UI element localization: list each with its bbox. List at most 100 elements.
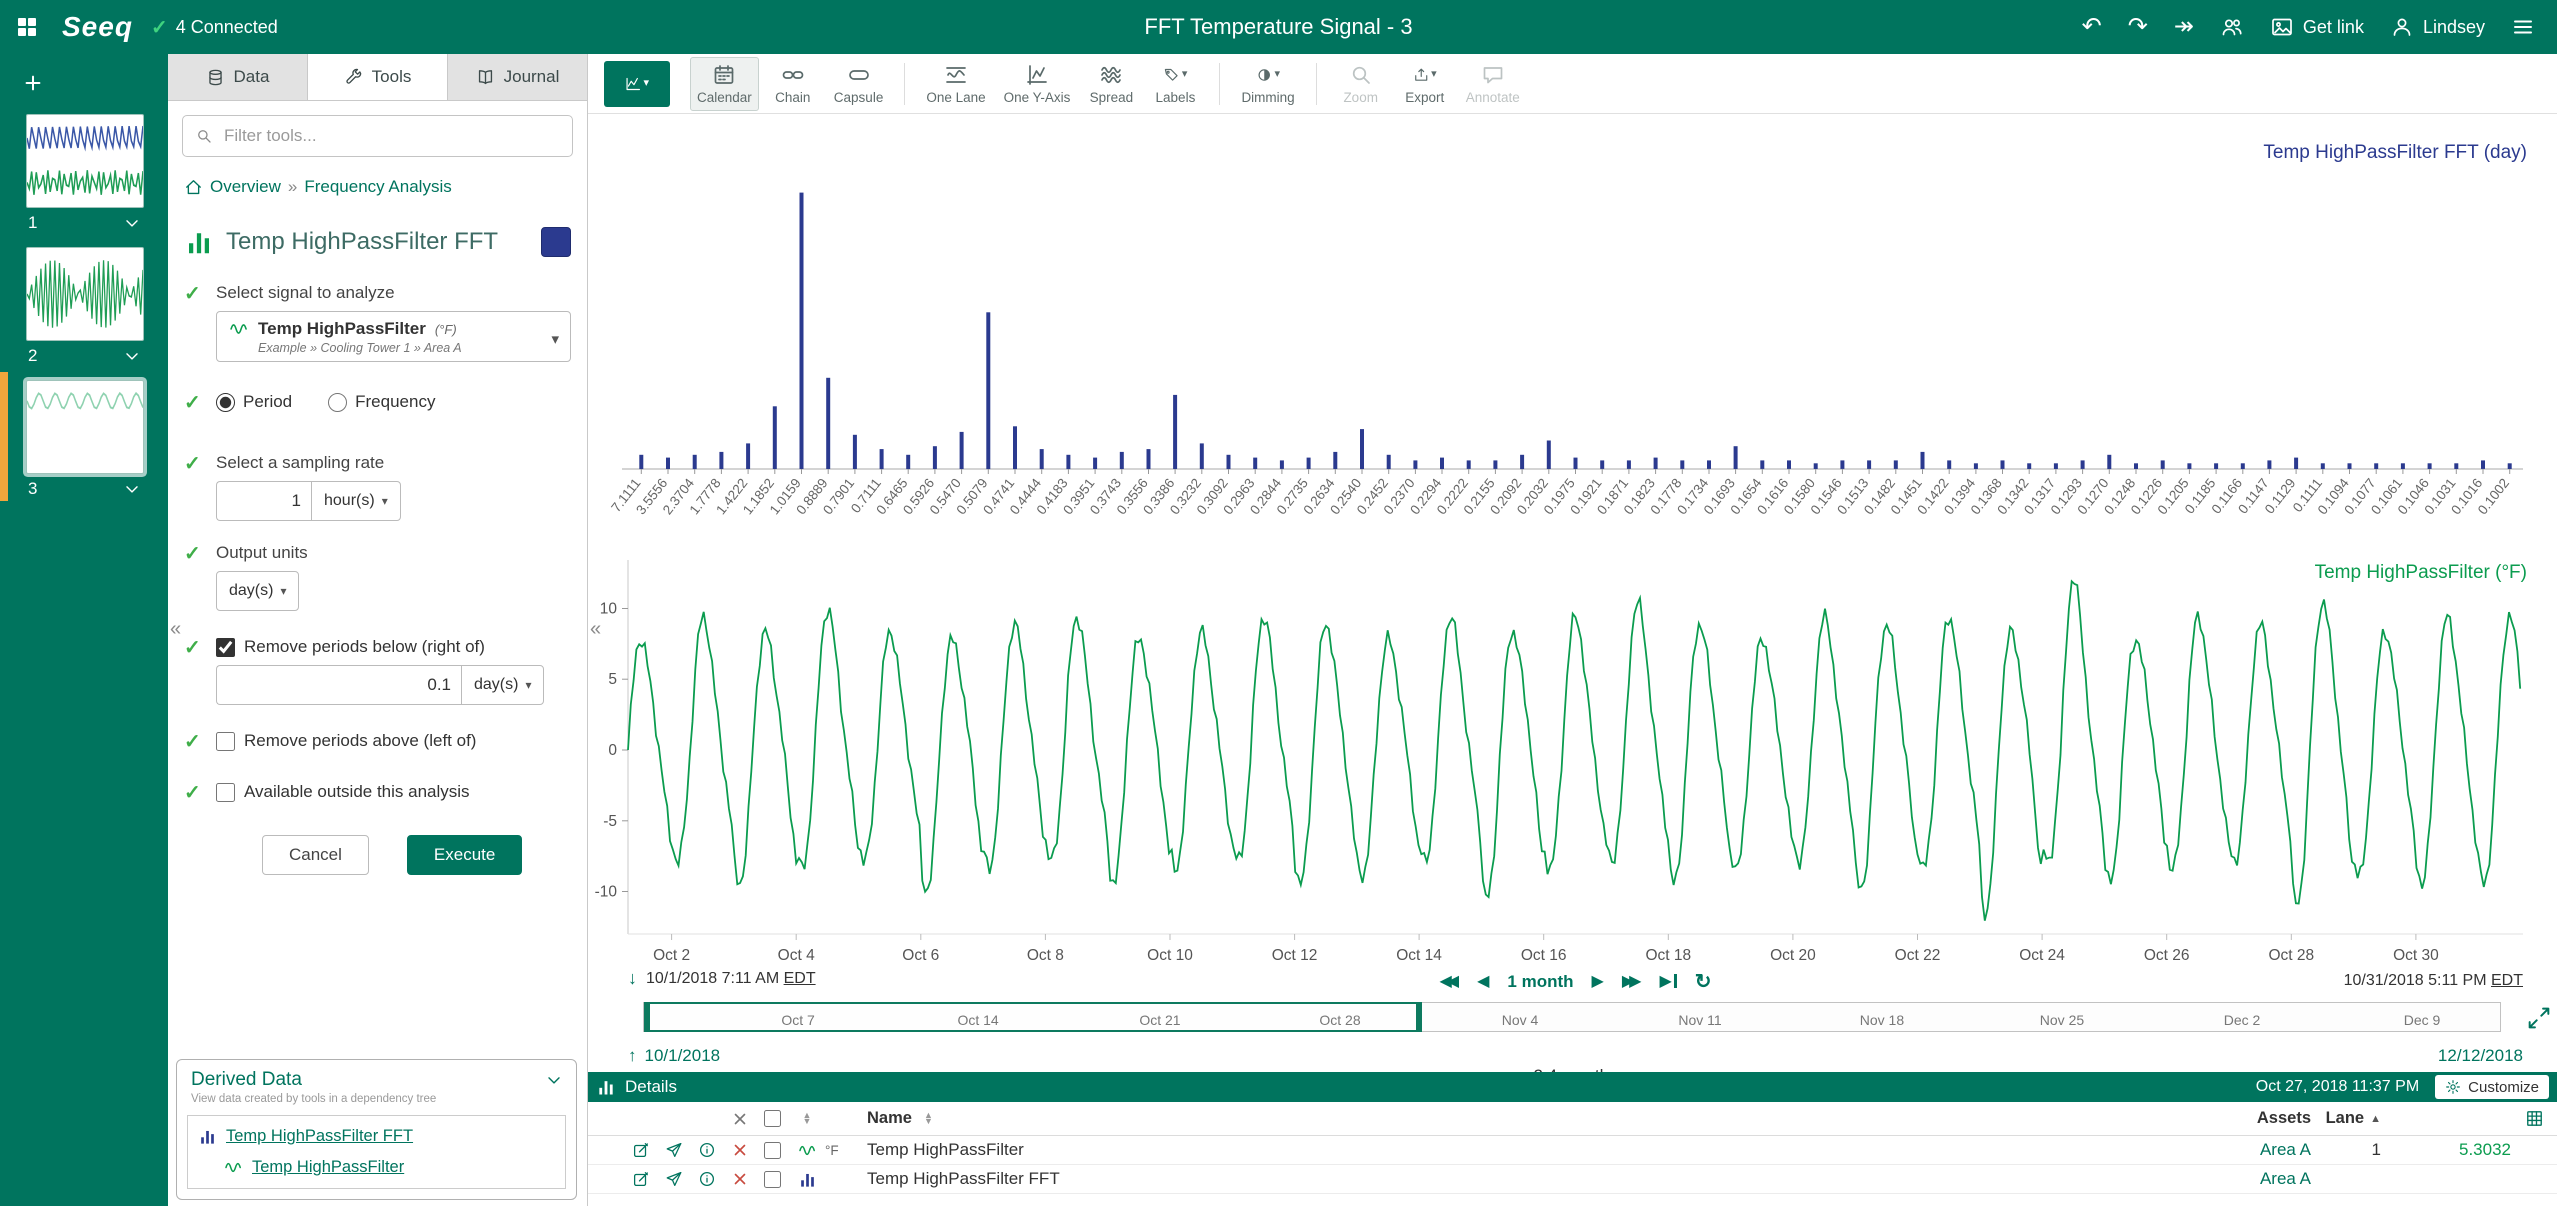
tab-tools[interactable]: Tools: [308, 54, 448, 100]
period-radio[interactable]: [216, 393, 235, 412]
toolbar-button-capsule[interactable]: Capsule: [827, 57, 891, 111]
timezone-link[interactable]: EDT: [784, 970, 816, 987]
get-link-button[interactable]: Get link: [2270, 15, 2364, 39]
remove-item-icon[interactable]: [723, 1140, 756, 1160]
pan-far-right-icon[interactable]: ▶▶: [1622, 974, 1642, 990]
remove-all-icon[interactable]: [723, 1109, 756, 1129]
info-item-icon[interactable]: [690, 1169, 723, 1189]
asset-link[interactable]: Area A: [2260, 1169, 2311, 1189]
below-unit-select[interactable]: day(s)▾: [461, 665, 544, 705]
pan-to-end-icon[interactable]: ▶: [1659, 974, 1676, 990]
trend-line-chart[interactable]: 1050-5-10Oct 2Oct 4Oct 6Oct 8Oct 10Oct 1…: [588, 552, 2557, 966]
row-checkbox[interactable]: [756, 1142, 789, 1159]
send-item-icon[interactable]: [657, 1169, 690, 1189]
chevron-down-icon[interactable]: [122, 213, 142, 233]
range-duration[interactable]: 1 month: [1507, 972, 1573, 992]
sort-icon[interactable]: ▲▼: [924, 1113, 933, 1124]
toolbar-button-dimming[interactable]: ▾Dimming: [1234, 57, 1301, 111]
frequency-radio[interactable]: [328, 393, 347, 412]
sampling-rate-input[interactable]: [216, 481, 311, 521]
execute-button[interactable]: Execute: [407, 835, 522, 875]
toolbar-button-one-y-axis[interactable]: One Y-Axis: [997, 57, 1078, 111]
remove-below-checkbox[interactable]: [216, 638, 235, 657]
timezone-link[interactable]: EDT: [2491, 972, 2523, 989]
toolbar-button-view-selector[interactable]: ▾: [604, 61, 670, 107]
worksheet-thumbnail-1[interactable]: 1: [26, 114, 144, 233]
investigate-start-date[interactable]: 10/1/2018: [645, 1046, 721, 1066]
expand-timeline-icon[interactable]: [2525, 1004, 2553, 1032]
edit-item-icon[interactable]: [624, 1169, 657, 1189]
chevron-down-icon[interactable]: [122, 479, 142, 499]
available-outside-checkbox[interactable]: [216, 783, 235, 802]
asset-link[interactable]: Area A: [2260, 1140, 2311, 1160]
svg-text:Oct 28: Oct 28: [2268, 947, 2314, 964]
pan-left-icon[interactable]: ◀: [1477, 974, 1489, 990]
app-grid-button[interactable]: [0, 0, 54, 54]
info-item-icon[interactable]: [690, 1140, 723, 1160]
toolbar-button-export[interactable]: ▾Export: [1395, 57, 1455, 111]
tab-journal[interactable]: Journal: [448, 54, 587, 100]
edit-item-icon[interactable]: [624, 1140, 657, 1160]
tab-data[interactable]: Data: [168, 54, 308, 100]
breadcrumb-current[interactable]: Frequency Analysis: [304, 177, 451, 197]
row-checkbox[interactable]: [756, 1171, 789, 1188]
timeline-scrubber[interactable]: Oct 7Oct 14Oct 21Oct 28Nov 4Nov 11Nov 18…: [643, 1002, 2501, 1032]
toolbar-button-chain[interactable]: Chain: [763, 57, 823, 111]
output-unit-select[interactable]: day(s)▾: [216, 571, 299, 611]
remove-above-checkbox-row[interactable]: Remove periods above (left of): [216, 731, 571, 751]
table-row[interactable]: Temp HighPassFilter FFT Area A: [588, 1165, 2557, 1194]
customize-button[interactable]: Customize: [2435, 1075, 2549, 1099]
toolbar-button-labels[interactable]: ▾Labels: [1145, 57, 1205, 111]
table-row[interactable]: °FTemp HighPassFilterArea A15.3032: [588, 1136, 2557, 1165]
refresh-icon[interactable]: ↻: [1695, 972, 1712, 992]
share-icon[interactable]: ↠: [2174, 15, 2194, 39]
remove-below-checkbox-row[interactable]: Remove periods below (right of): [216, 637, 571, 657]
toolbar-button-calendar[interactable]: Calendar: [690, 57, 759, 111]
column-lane[interactable]: Lane▲: [2311, 1109, 2381, 1128]
fft-bar-chart[interactable]: 7.11113.55562.37041.77781.42221.18521.01…: [588, 114, 2557, 552]
remove-below-input[interactable]: [216, 665, 461, 705]
filter-tools-input[interactable]: [222, 125, 560, 147]
main-toolbar: ▾ CalendarChainCapsule One LaneOne Y-AxisS…: [588, 54, 2557, 114]
collapse-sidebar-handle[interactable]: «: [170, 612, 188, 646]
home-icon[interactable]: [184, 178, 203, 197]
signal-select[interactable]: Temp HighPassFilter (°F) Example » Cooli…: [216, 311, 571, 362]
radio-frequency[interactable]: Frequency: [328, 392, 435, 412]
breadcrumb-overview[interactable]: Overview: [210, 177, 281, 197]
toolbar-button-spread[interactable]: Spread: [1081, 57, 1141, 111]
column-assets[interactable]: Assets: [2191, 1109, 2311, 1128]
color-swatch[interactable]: [541, 227, 571, 257]
send-item-icon[interactable]: [657, 1140, 690, 1160]
item-name[interactable]: Temp HighPassFilter FFT: [867, 1169, 2191, 1189]
toolbar-button-one-lane[interactable]: One Lane: [919, 57, 992, 111]
available-outside-checkbox-row[interactable]: Available outside this analysis: [216, 782, 571, 802]
derived-item-link[interactable]: Temp HighPassFilter: [252, 1158, 404, 1177]
collapse-panel-handle[interactable]: «: [590, 612, 608, 646]
investigate-end-date[interactable]: 12/12/2018: [2438, 1046, 2523, 1066]
remove-above-checkbox[interactable]: [216, 732, 235, 751]
add-column-icon[interactable]: [2511, 1109, 2557, 1128]
pan-right-icon[interactable]: ▶: [1592, 974, 1604, 990]
sort-icon[interactable]: ▲▼: [789, 1109, 825, 1129]
select-all-checkbox[interactable]: [756, 1110, 789, 1127]
timeline-selected-window[interactable]: [644, 1002, 1422, 1032]
radio-period[interactable]: Period: [216, 392, 292, 412]
worksheet-thumbnail-3[interactable]: 3: [26, 380, 144, 499]
hamburger-menu-icon[interactable]: [2511, 15, 2535, 39]
chevron-down-icon[interactable]: [122, 346, 142, 366]
new-worksheet-button[interactable]: [16, 66, 50, 100]
chevron-down-icon[interactable]: [544, 1070, 564, 1090]
remove-item-icon[interactable]: [723, 1169, 756, 1189]
user-menu[interactable]: Lindsey: [2390, 15, 2485, 39]
item-name[interactable]: Temp HighPassFilter: [867, 1140, 2191, 1160]
redo-icon[interactable]: ↷: [2128, 15, 2148, 39]
undo-icon[interactable]: ↶: [2082, 15, 2102, 39]
connection-status[interactable]: ✓ 4 Connected: [151, 15, 278, 40]
derived-item-link[interactable]: Temp HighPassFilter FFT: [226, 1127, 413, 1146]
cancel-button[interactable]: Cancel: [262, 835, 369, 875]
pan-far-left-icon[interactable]: ◀◀: [1439, 974, 1459, 990]
sampling-unit-select[interactable]: hour(s)▾: [311, 481, 401, 521]
column-name[interactable]: Name▲▼: [867, 1109, 2191, 1128]
users-icon[interactable]: [2220, 15, 2244, 39]
worksheet-thumbnail-2[interactable]: 2: [26, 247, 144, 366]
